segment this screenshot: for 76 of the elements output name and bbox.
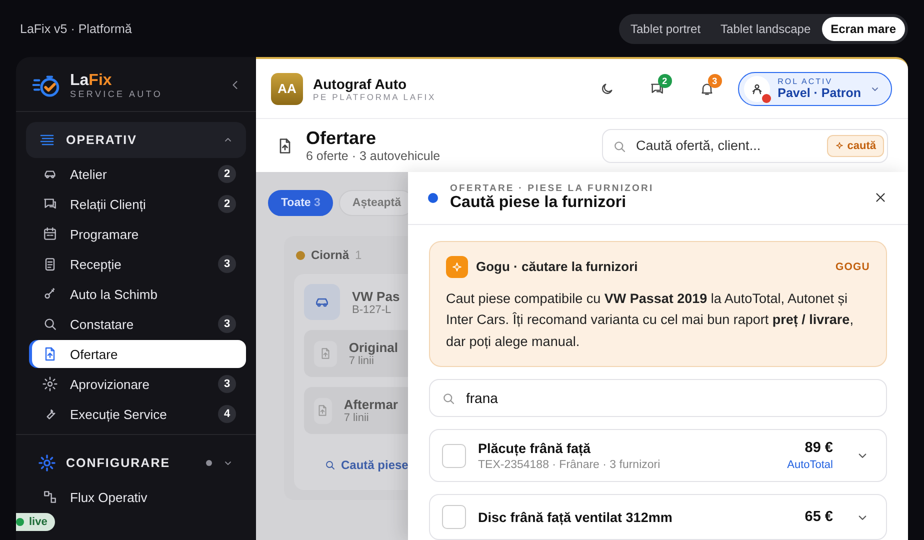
sidebar-item[interactable]: Atelier 2 [32, 160, 246, 188]
flow-icon [42, 489, 58, 505]
search-icon [441, 391, 456, 406]
checkbox[interactable] [442, 444, 466, 468]
page-subtitle: 6 oferte · 3 autovehicule [306, 149, 442, 163]
page-title: Ofertare [306, 128, 378, 149]
assistant-title: Gogu · căutare la furnizori [476, 259, 639, 274]
offer-card[interactable]: VW Pas B-127-L Original 7 linii Aftermar 7 linii Caută piese [294, 274, 408, 490]
user-role-button[interactable]: ROL ACTIV Pavel · Patron [738, 72, 892, 106]
offer-variant[interactable]: Original 7 linii [304, 330, 408, 377]
brand-subtitle: SERVICE AUTO [70, 88, 164, 98]
column-title: Ciornă [311, 248, 350, 262]
part-price: 89 € [804, 440, 833, 456]
status-dot [762, 94, 771, 102]
assistant-message: Caut piese compatibile cu VW Passat 2019 la AutoTotal, Autonet și Inter Cars. Îți recomand varianta cu cel mai bun raport preț / livrare, dar poți alege manual. [446, 290, 854, 351]
ai-search-button[interactable]: caută [827, 134, 884, 156]
part-result-row[interactable]: Disc frână față ventilat 312mm 65 € [429, 494, 887, 540]
view-mode-button[interactable]: Tablet portret [622, 16, 710, 40]
count-badge: 3 [218, 315, 236, 333]
variant-lines: 7 linii [344, 412, 370, 424]
count-badge: 2 [658, 74, 672, 88]
assistant-tag: GOGU [836, 260, 870, 272]
workspace-subtitle: PE PLATFORMA LAFIX [313, 92, 437, 102]
workspace-logo: AA [271, 72, 303, 104]
search-icon [42, 316, 58, 332]
user-icon [750, 82, 764, 96]
count-badge: 3 [708, 74, 722, 88]
part-name: Plăcuțe frână față [478, 440, 592, 456]
column-count: 1 [355, 248, 362, 262]
variant-name: Aftermar [344, 397, 398, 412]
drawer-title: Caută piese la furnizori [450, 194, 628, 212]
variant-name: Original [348, 340, 398, 355]
count-badge: 2 [218, 165, 236, 183]
view-mode-button[interactable]: Ecran mare [822, 16, 905, 40]
count-badge: 4 [218, 405, 236, 423]
vehicle-name: VW Pas [352, 288, 400, 304]
checkbox[interactable] [442, 505, 466, 529]
status-dot [206, 460, 212, 466]
plate-number: B-127-L [352, 304, 392, 316]
live-badge: live [16, 513, 56, 531]
part-result-row[interactable]: Plăcuțe frână față TEX-2354188 · Frânare · 3 furnizori 89 € AutoTotal [429, 429, 887, 482]
sidebar-item[interactable]: Programare [32, 220, 246, 248]
section-header[interactable]: CONFIGURARE [26, 445, 246, 481]
status-dot [428, 192, 438, 203]
part-price: 65 € [804, 509, 833, 525]
sidebar-item[interactable]: Auto la Schimb [32, 280, 246, 308]
drawer-overline: OFERTARE · PIESE LA FURNIZORI [450, 183, 655, 194]
search-icon [612, 138, 627, 154]
part-details: TEX-2354188 · Frânare · 3 furnizori [478, 458, 662, 470]
calendar-icon [42, 226, 58, 242]
sparkle-icon [835, 141, 844, 150]
search-icon [324, 459, 336, 471]
brand-name: LaFix [70, 72, 113, 88]
sidebar-item[interactable]: Flux Operativ [32, 483, 246, 511]
sidebar-item[interactable]: Recepție 3 [32, 250, 246, 278]
messages-button[interactable]: 2 [642, 74, 672, 104]
sidebar-item[interactable]: Execuție Service 4 [32, 400, 246, 428]
app-title: LaFix v5 · Platformă [20, 22, 132, 36]
sidebar-item[interactable]: Relații Clienți 2 [32, 190, 246, 218]
count-badge: 3 [218, 375, 236, 393]
filter-chip[interactable]: Toate 3 [268, 190, 334, 216]
supplier-name: AutoTotal [787, 459, 833, 471]
sidebar-item[interactable]: Constatare 3 [32, 310, 246, 338]
section-header[interactable]: OPERATIV [26, 122, 246, 158]
count-badge: 2 [218, 195, 236, 213]
part-name: Disc frână față ventilat 312mm [478, 510, 674, 524]
offer-variant[interactable]: Aftermar 7 linii [304, 387, 408, 434]
status-dot [296, 250, 305, 260]
parts-search-field[interactable]: frana [429, 379, 887, 417]
sidebar-item[interactable]: Ofertare [32, 340, 246, 368]
sparkle-icon [451, 260, 463, 272]
variant-lines: 7 linii [348, 355, 375, 367]
count-badge: 3 [218, 255, 236, 273]
view-mode-button[interactable]: Tablet landscape [712, 16, 820, 40]
sidebar-item[interactable]: Aprovizionare 3 [32, 370, 246, 398]
workspace-name: Autograf Auto [313, 76, 408, 92]
